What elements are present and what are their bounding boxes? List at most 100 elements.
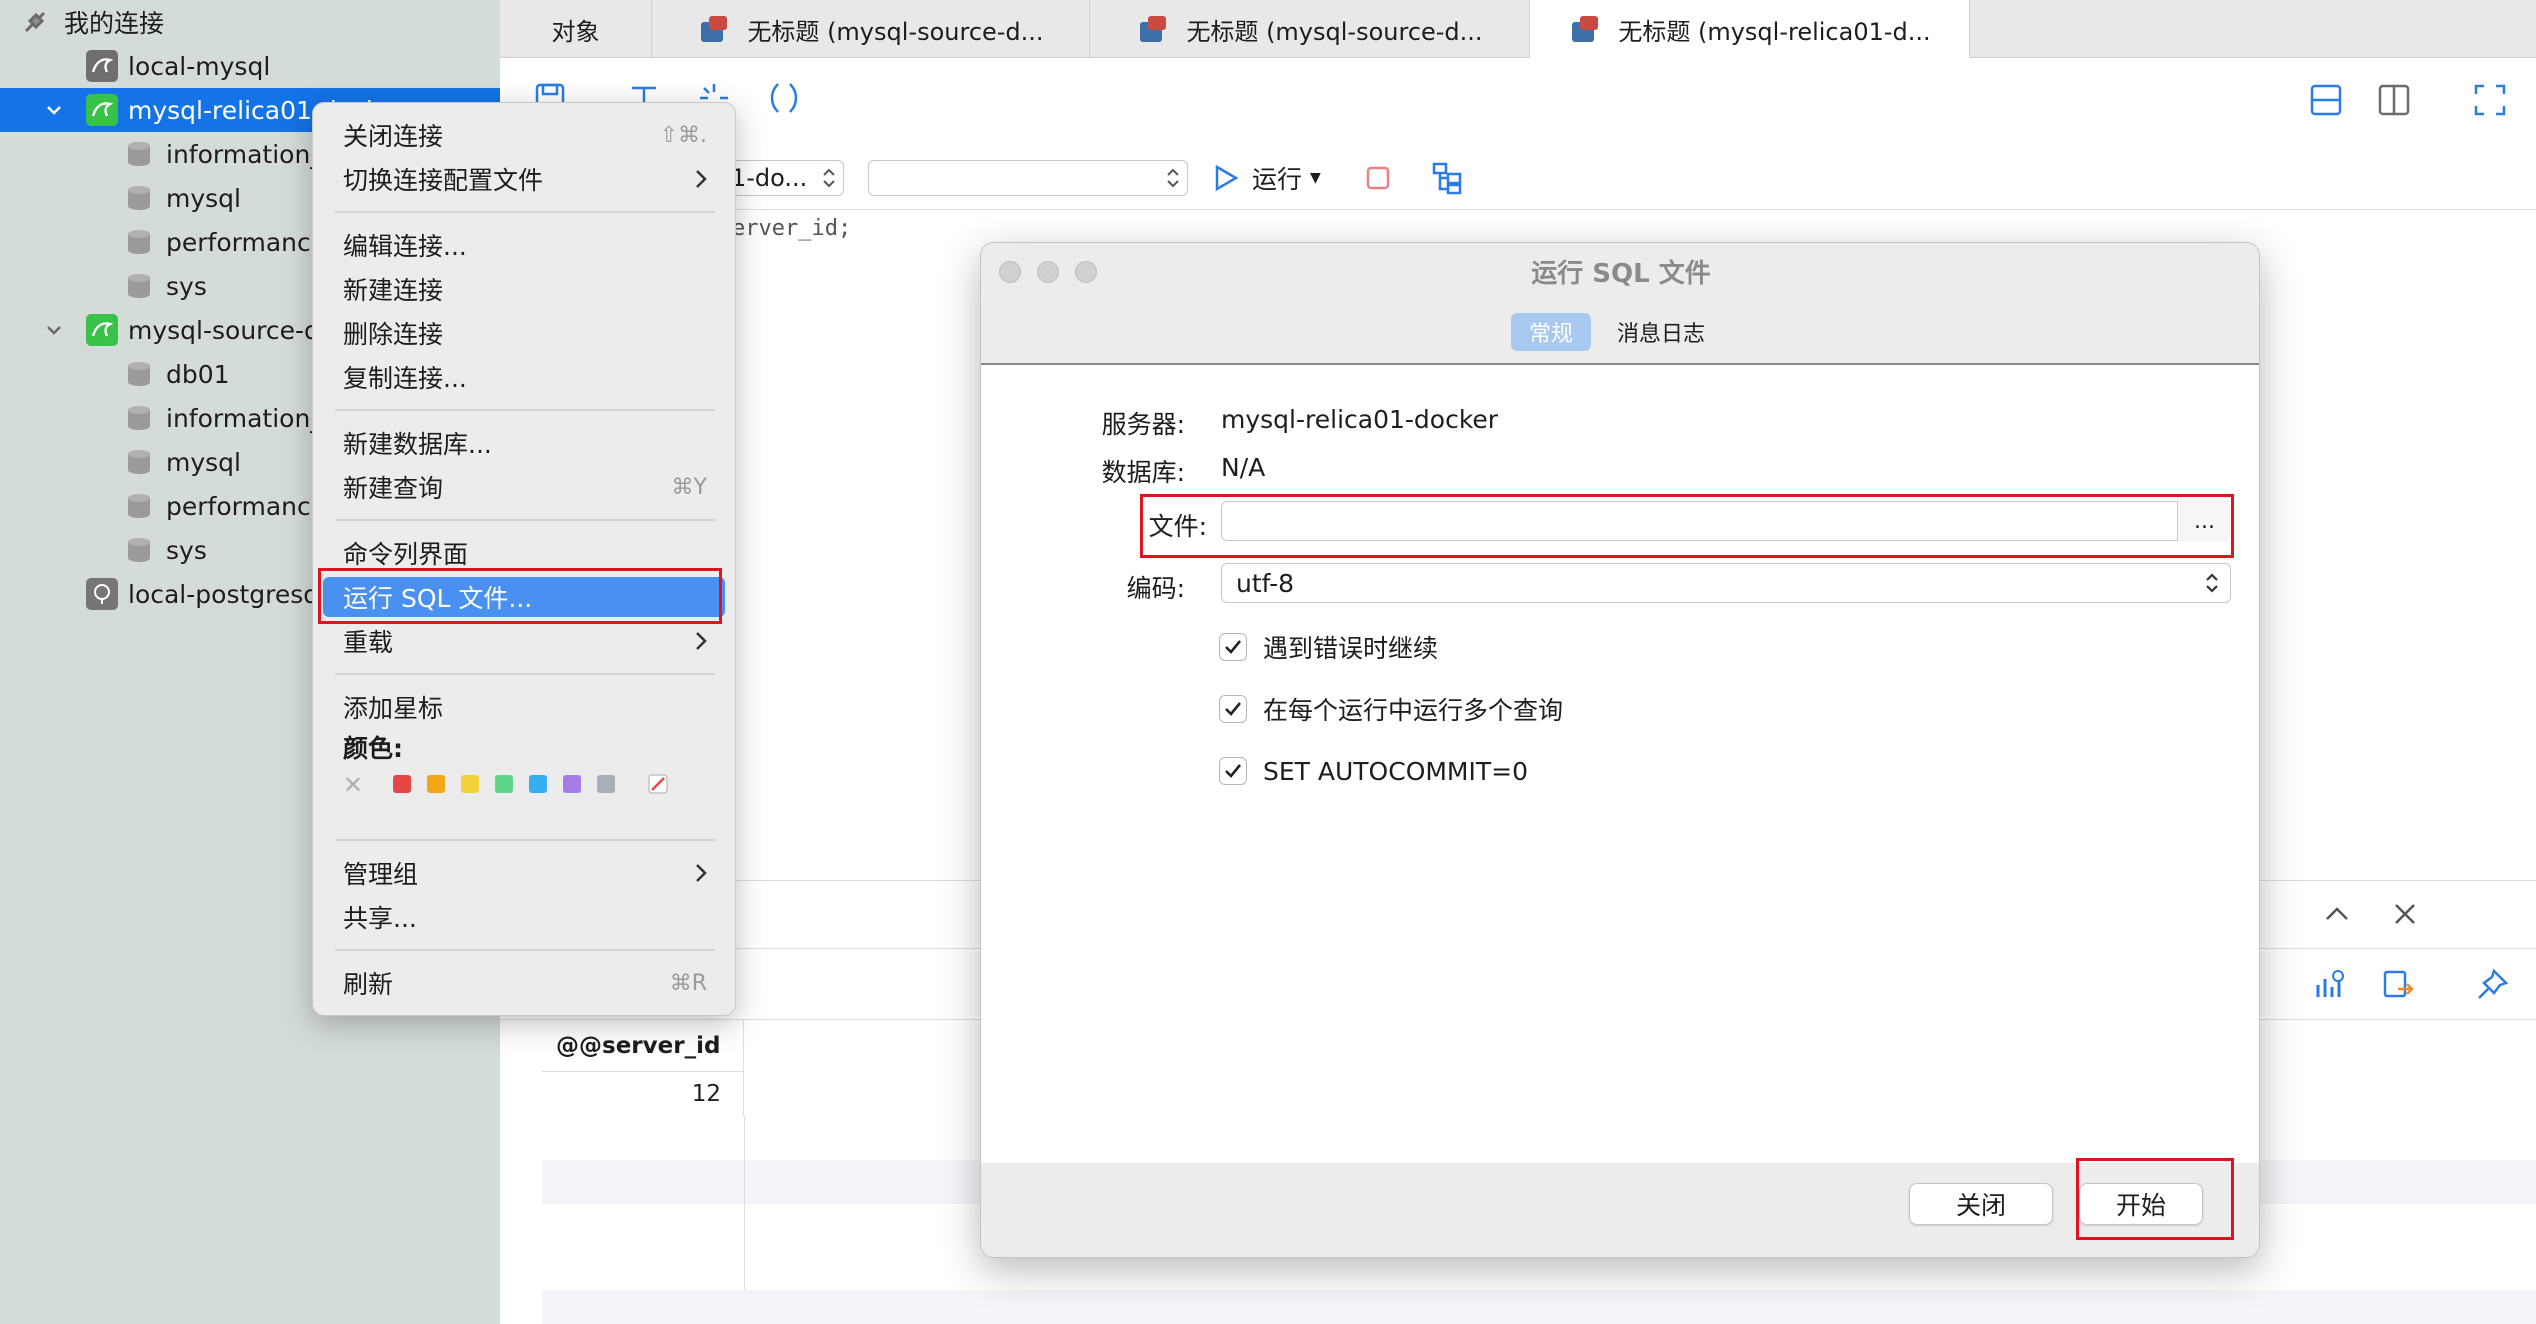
menu-shortcut: ⌘R bbox=[669, 970, 707, 996]
menu-command-line[interactable]: 命令列界面 bbox=[323, 533, 725, 573]
result-cell[interactable]: 12 bbox=[542, 1072, 744, 1116]
menu-separator bbox=[335, 409, 715, 411]
tab-general[interactable]: 常规 bbox=[1511, 313, 1591, 351]
run-sql-file-dialog: 运行 SQL 文件 常规 消息日志 服务器: mysql-relica01-do… bbox=[980, 242, 2260, 1258]
mysql-icon bbox=[86, 314, 118, 346]
menu-new-connection[interactable]: 新建连接 bbox=[323, 269, 725, 309]
annotation-highlight-start-button bbox=[2076, 1158, 2234, 1240]
menu-label: 管理组 bbox=[343, 860, 419, 889]
color-swatch[interactable] bbox=[495, 775, 513, 793]
encoding-select[interactable]: utf-8 bbox=[1221, 563, 2231, 603]
menu-separator bbox=[335, 211, 715, 213]
play-icon bbox=[1215, 164, 1239, 192]
menu-duplicate-connection[interactable]: 复制连接... bbox=[323, 357, 725, 397]
sidebar-item-label: local-postgresql bbox=[128, 579, 327, 609]
menu-label: 重载 bbox=[343, 628, 394, 657]
parentheses-icon[interactable] bbox=[766, 80, 802, 116]
tab-objects[interactable]: 对象 bbox=[500, 0, 652, 58]
menu-new-database[interactable]: 新建数据库... bbox=[323, 423, 725, 463]
menu-reload[interactable]: 重载 bbox=[323, 621, 725, 661]
checkbox-label: SET AUTOCOMMIT=0 bbox=[1263, 756, 1529, 786]
sidebar-root[interactable]: 我的连接 bbox=[0, 0, 500, 44]
tab-bar: 对象 无标题 (mysql-source-d... 无标题 (mysql-sou… bbox=[500, 0, 2536, 58]
sidebar-item-local-mysql[interactable]: local-mysql bbox=[0, 44, 500, 88]
fullscreen-icon[interactable] bbox=[2472, 82, 2508, 118]
menu-label: 新建数据库... bbox=[343, 430, 492, 459]
postgresql-icon bbox=[86, 578, 118, 610]
pin-icon[interactable] bbox=[2474, 967, 2510, 1003]
layout-horizontal-icon[interactable] bbox=[2308, 82, 2344, 118]
window-minimize-button[interactable] bbox=[1037, 261, 1059, 283]
tab-query-relica[interactable]: 无标题 (mysql-relica01-d... bbox=[1530, 0, 1970, 58]
server-value: mysql-relica01-docker bbox=[1221, 405, 1499, 434]
menu-delete-connection[interactable]: 删除连接 bbox=[323, 313, 725, 353]
chevron-down-icon[interactable] bbox=[40, 96, 68, 124]
close-icon[interactable] bbox=[2390, 899, 2420, 929]
editor-toolbar bbox=[500, 58, 2536, 144]
checkbox-label: 在每个运行中运行多个查询 bbox=[1263, 696, 1564, 725]
color-swatch[interactable] bbox=[393, 775, 411, 793]
chevron-up-icon[interactable] bbox=[2322, 899, 2352, 929]
export-icon[interactable] bbox=[2380, 967, 2416, 1003]
window-zoom-button[interactable] bbox=[1075, 261, 1097, 283]
explain-plan-icon[interactable] bbox=[1430, 160, 1466, 196]
database-select[interactable] bbox=[868, 160, 1188, 196]
color-swatch[interactable] bbox=[427, 775, 445, 793]
menu-refresh[interactable]: 刷新 ⌘R bbox=[323, 963, 725, 1003]
checkbox-box[interactable] bbox=[1219, 757, 1247, 785]
menu-new-query[interactable]: 新建查询 ⌘Y bbox=[323, 467, 725, 507]
sidebar-item-label: mysql bbox=[166, 447, 241, 477]
updown-chevron-icon bbox=[1167, 168, 1179, 188]
window-close-button[interactable] bbox=[999, 261, 1021, 283]
menu-switch-profile[interactable]: 切换连接配置文件 bbox=[323, 159, 725, 199]
tab-query-source-1[interactable]: 无标题 (mysql-source-d... bbox=[652, 0, 1090, 58]
color-swatch[interactable] bbox=[597, 775, 615, 793]
checkbox-autocommit[interactable]: SET AUTOCOMMIT=0 bbox=[1219, 751, 1528, 791]
layout-vertical-icon[interactable] bbox=[2376, 82, 2412, 118]
menu-shortcut: ⇧⌘. bbox=[659, 122, 707, 148]
menu-label: 添加星标 bbox=[343, 694, 444, 723]
chevron-right-icon bbox=[696, 632, 707, 650]
custom-color-icon[interactable] bbox=[647, 773, 669, 795]
checkbox-box[interactable] bbox=[1219, 695, 1247, 723]
color-swatch[interactable] bbox=[461, 775, 479, 793]
menu-add-star[interactable]: 添加星标 bbox=[323, 687, 725, 727]
query-toolbar: 1-do... 运行 ▼ bbox=[500, 144, 2536, 210]
menu-manage-group[interactable]: 管理组 bbox=[323, 853, 725, 893]
chevron-down-icon[interactable] bbox=[40, 316, 68, 344]
no-color-icon[interactable]: ✕ bbox=[343, 771, 363, 799]
encoding-select-value: utf-8 bbox=[1236, 568, 1295, 598]
tab-query-source-2[interactable]: 无标题 (mysql-source-d... bbox=[1090, 0, 1530, 58]
menu-label: 复制连接... bbox=[343, 364, 467, 393]
menu-edit-connection[interactable]: 编辑连接... bbox=[323, 225, 725, 265]
checkbox-multiple-queries[interactable]: 在每个运行中运行多个查询 bbox=[1219, 689, 1563, 729]
annotation-highlight-file-field bbox=[1140, 494, 2234, 558]
checkmark-icon bbox=[1225, 764, 1242, 778]
tab-message-log[interactable]: 消息日志 bbox=[1603, 313, 1719, 351]
tab-label: 常规 bbox=[1528, 322, 1573, 347]
chart-icon[interactable] bbox=[2312, 967, 2348, 1003]
tab-label: 无标题 (mysql-relica01-d... bbox=[1618, 17, 1931, 46]
server-label: 服务器: bbox=[1101, 410, 1185, 439]
sidebar-item-label: db01 bbox=[166, 359, 230, 389]
color-swatch[interactable] bbox=[563, 775, 581, 793]
context-menu: 关闭连接 ⇧⌘. 切换连接配置文件 编辑连接... 新建连接 删除连接 复制连接… bbox=[312, 102, 736, 1016]
close-button[interactable]: 关闭 bbox=[1909, 1183, 2053, 1225]
checkbox-box[interactable] bbox=[1219, 633, 1247, 661]
menu-label: 新建查询 bbox=[343, 474, 444, 503]
stop-icon[interactable] bbox=[1360, 160, 1396, 196]
menu-label: 共享... bbox=[343, 904, 417, 933]
menu-share[interactable]: 共享... bbox=[323, 897, 725, 937]
menu-separator bbox=[335, 673, 715, 675]
checkbox-continue-on-error[interactable]: 遇到错误时继续 bbox=[1219, 627, 1438, 667]
encoding-label: 编码: bbox=[1126, 574, 1185, 603]
run-button[interactable]: 运行 ▼ bbox=[1212, 158, 1321, 198]
connection-select[interactable]: 1-do... bbox=[722, 160, 844, 196]
color-swatch[interactable] bbox=[529, 775, 547, 793]
database-icon bbox=[128, 406, 150, 430]
menu-label: 刷新 bbox=[343, 970, 394, 999]
updown-chevron-icon bbox=[823, 168, 835, 188]
menu-close-connection[interactable]: 关闭连接 ⇧⌘. bbox=[323, 115, 725, 155]
column-header[interactable]: @@server_id bbox=[542, 1020, 744, 1072]
chevron-right-icon bbox=[696, 864, 707, 882]
